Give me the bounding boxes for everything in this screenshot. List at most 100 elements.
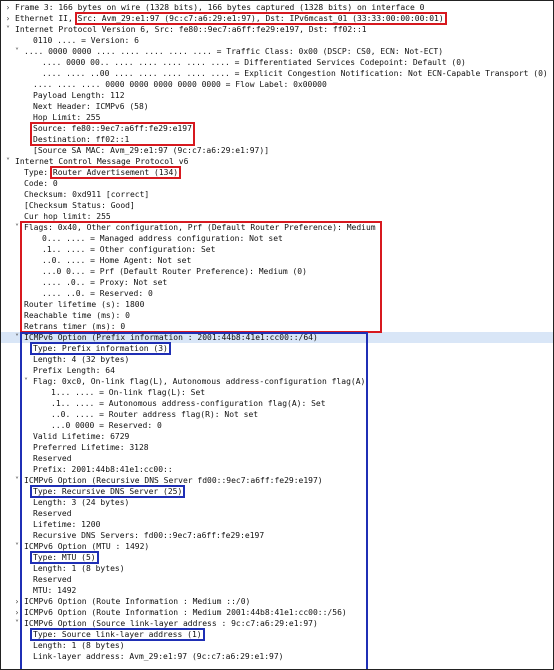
tree-row-label: Flag: 0xc0, On-link flag(L), Autonomous … [33, 377, 366, 386]
chevron-down-icon[interactable]: ˅ [13, 332, 21, 343]
tree-row[interactable]: Preferred Lifetime: 3128 [1, 442, 553, 453]
tree-row[interactable]: › ICMPv6 Option (Route Information : Medi… [1, 596, 553, 607]
tree-row[interactable]: Type: MTU (5) [1, 552, 553, 563]
tree-row[interactable]: Length: 1 (8 bytes) [1, 640, 553, 651]
tree-row-label: Checksum: 0xd911 [correct] [24, 190, 150, 199]
tree-row[interactable]: Prefix Length: 64 [1, 365, 553, 376]
tree-row[interactable]: Hop Limit: 255 [1, 112, 553, 123]
tree-row-label: .... ..0. = Reserved: 0 [42, 289, 153, 298]
tree-row-label: Length: 3 (24 bytes) [33, 498, 130, 507]
tree-row-label: Preferred Lifetime: 3128 [33, 443, 149, 452]
tree-row[interactable]: .1.. .... = Other configuration: Set [1, 244, 553, 255]
tree-row[interactable]: Type: Source link-layer address (1) [1, 629, 553, 640]
tree-row[interactable]: 0110 .... = Version: 6 [1, 35, 553, 46]
tree-row-label: ...0 0... = Prf (Default Router Preferen… [42, 267, 307, 276]
chevron-right-icon[interactable]: › [13, 596, 21, 607]
chevron-down-icon[interactable]: ˅ [13, 618, 21, 629]
tree-row-label: .... .... .... 0000 0000 0000 0000 0000 … [33, 80, 327, 89]
tree-row[interactable]: Length: 4 (32 bytes) [1, 354, 553, 365]
tree-row-label: Router lifetime (s): 1800 [24, 300, 145, 309]
tree-row-label: Destination: ff02::1 [33, 135, 130, 144]
tree-row[interactable]: Link-layer address: Avm_29:e1:97 (9c:c7:… [1, 651, 553, 662]
tree-row[interactable]: Length: 1 (8 bytes) [1, 563, 553, 574]
chevron-down-icon[interactable]: ˅ [13, 46, 21, 57]
chevron-right-icon[interactable]: › [4, 2, 12, 13]
tree-row[interactable]: Payload Length: 112 [1, 90, 553, 101]
tree-row[interactable]: Reserved [1, 508, 553, 519]
tree-row[interactable]: ...0 0000 = Reserved: 0 [1, 420, 553, 431]
tree-row[interactable]: Source: fe80::9ec7:a6ff:fe29:e197 [1, 123, 553, 134]
tree-row[interactable]: ˅ ICMPv6 Option (MTU : 1492) [1, 541, 553, 552]
tree-row[interactable]: ˅ Internet Control Message Protocol v6 [1, 156, 553, 167]
tree-row-label: Source: fe80::9ec7:a6ff:fe29:e197 [33, 124, 192, 133]
tree-row[interactable]: ˅ ICMPv6 Option (Prefix information : 200… [1, 332, 553, 343]
tree-row-label: Type: Recursive DNS Server (25) [33, 487, 183, 496]
tree-row[interactable]: ...0 0... = Prf (Default Router Preferen… [1, 266, 553, 277]
tree-row[interactable]: ˅ ICMPv6 Option (Recursive DNS Server fd0… [1, 475, 553, 486]
tree-row[interactable]: Prefix: 2001:44b8:41e1:cc00:: [1, 464, 553, 475]
chevron-down-icon[interactable]: ˅ [13, 475, 21, 486]
tree-row[interactable]: MTU: 1492 [1, 585, 553, 596]
tree-row[interactable]: ˅.... 0000 0000 .... .... .... .... ....… [1, 46, 553, 57]
tree-row[interactable]: Code: 0 [1, 178, 553, 189]
tree-row[interactable]: .1.. .... = Autonomous address-configura… [1, 398, 553, 409]
tree-row[interactable]: › ICMPv6 Option (Route Information : Medi… [1, 607, 553, 618]
tree-row[interactable]: Checksum: 0xd911 [correct] [1, 189, 553, 200]
tree-row[interactable]: Router lifetime (s): 1800 [1, 299, 553, 310]
chevron-right-icon[interactable]: › [4, 13, 12, 24]
tree-row-label: Type: Source link-layer address (1) [33, 630, 202, 639]
tree-row-label: MTU: 1492 [33, 586, 77, 595]
tree-row[interactable]: Type: Recursive DNS Server (25) [1, 486, 553, 497]
tree-row[interactable]: [Checksum Status: Good] [1, 200, 553, 211]
tree-row[interactable]: 1... .... = On-link flag(L): Set [1, 387, 553, 398]
tree-row[interactable]: Reserved [1, 574, 553, 585]
chevron-down-icon[interactable]: ˅ [4, 156, 12, 167]
tree-row[interactable]: ˅ ICMPv6 Option (Source link-layer addres… [1, 618, 553, 629]
tree-row[interactable]: ..0. .... = Router address flag(R): Not … [1, 409, 553, 420]
tree-row-label: ICMPv6 Option (Source link-layer address… [24, 619, 318, 628]
tree-row[interactable]: .... .... .... 0000 0000 0000 0000 0000 … [1, 79, 553, 90]
tree-row[interactable]: ..0. .... = Home Agent: Not set [1, 255, 553, 266]
tree-row[interactable]: Next Header: ICMPv6 (58) [1, 101, 553, 112]
tree-row-label: ICMPv6 Option (Recursive DNS Server fd00… [24, 476, 323, 485]
tree-row[interactable]: Cur hop limit: 255 [1, 211, 553, 222]
tree-row[interactable]: Retrans timer (ms): 0 [1, 321, 553, 332]
chevron-down-icon[interactable]: ˅ [13, 541, 21, 552]
tree-row[interactable]: ˅ Flag: 0xc0, On-link flag(L), Autonomous… [1, 376, 553, 387]
tree-row[interactable]: .... ..0. = Reserved: 0 [1, 288, 553, 299]
tree-row[interactable]: › Frame 3: 166 bytes on wire (1328 bits),… [1, 2, 553, 13]
chevron-down-icon[interactable]: ˅ [22, 376, 30, 387]
tree-row-label: Internet Control Message Protocol v6 [15, 157, 189, 166]
tree-row[interactable]: › Ethernet II, Src: Avm_29:e1:97 (9c:c7:a… [1, 13, 553, 24]
tree-row-label: ..0. .... = Home Agent: Not set [42, 256, 192, 265]
tree-row-label: ICMPv6 Option (Prefix information : 2001… [24, 333, 318, 342]
tree-row[interactable]: Reserved [1, 453, 553, 464]
tree-row-label: .... 0000 0000 .... .... .... .... .... … [24, 47, 444, 56]
tree-row[interactable]: Reachable time (ms): 0 [1, 310, 553, 321]
tree-row[interactable]: Destination: ff02::1 [1, 134, 553, 145]
tree-row[interactable]: Type: Prefix information (3) [1, 343, 553, 354]
chevron-down-icon[interactable]: ˅ [13, 222, 21, 233]
tree-row[interactable]: Valid Lifetime: 6729 [1, 431, 553, 442]
tree-row[interactable]: ˅ Flags: 0x40, Other configuration, Prf (… [1, 222, 553, 233]
chevron-right-icon[interactable]: › [13, 607, 21, 618]
chevron-down-icon[interactable]: ˅ [4, 24, 12, 35]
tree-row-label: Type: MTU (5) [33, 553, 96, 562]
tree-row[interactable]: [Source SA MAC: Avm_29:e1:97 (9c:c7:a6:2… [1, 145, 553, 156]
tree-row-label: Length: 1 (8 bytes) [33, 564, 125, 573]
tree-row-label: Length: 4 (32 bytes) [33, 355, 130, 364]
tree-row[interactable]: Lifetime: 1200 [1, 519, 553, 530]
tree-row-label: Flags: 0x40, Other configuration, Prf (D… [24, 223, 376, 232]
tree-row[interactable]: .... .... ..00 .... .... .... .... .... … [1, 68, 553, 79]
tree-row[interactable]: Length: 3 (24 bytes) [1, 497, 553, 508]
tree-row[interactable]: .... .0.. = Proxy: Not set [1, 277, 553, 288]
tree-row[interactable]: 0... .... = Managed address configuratio… [1, 233, 553, 244]
tree-row[interactable]: .... 0000 00.. .... .... .... .... .... … [1, 57, 553, 68]
tree-row-label: Prefix Length: 64 [33, 366, 115, 375]
tree-row[interactable]: ˅ Internet Protocol Version 6, Src: fe80:… [1, 24, 553, 35]
tree-row-label: Length: 1 (8 bytes) [33, 641, 125, 650]
tree-row[interactable]: Recursive DNS Servers: fd00::9ec7:a6ff:f… [1, 530, 553, 541]
tree-row[interactable]: Type: Router Advertisement (134) [1, 167, 553, 178]
tree-row-label: Payload Length: 112 [33, 91, 125, 100]
tree-row-label: Reachable time (ms): 0 [24, 311, 130, 320]
